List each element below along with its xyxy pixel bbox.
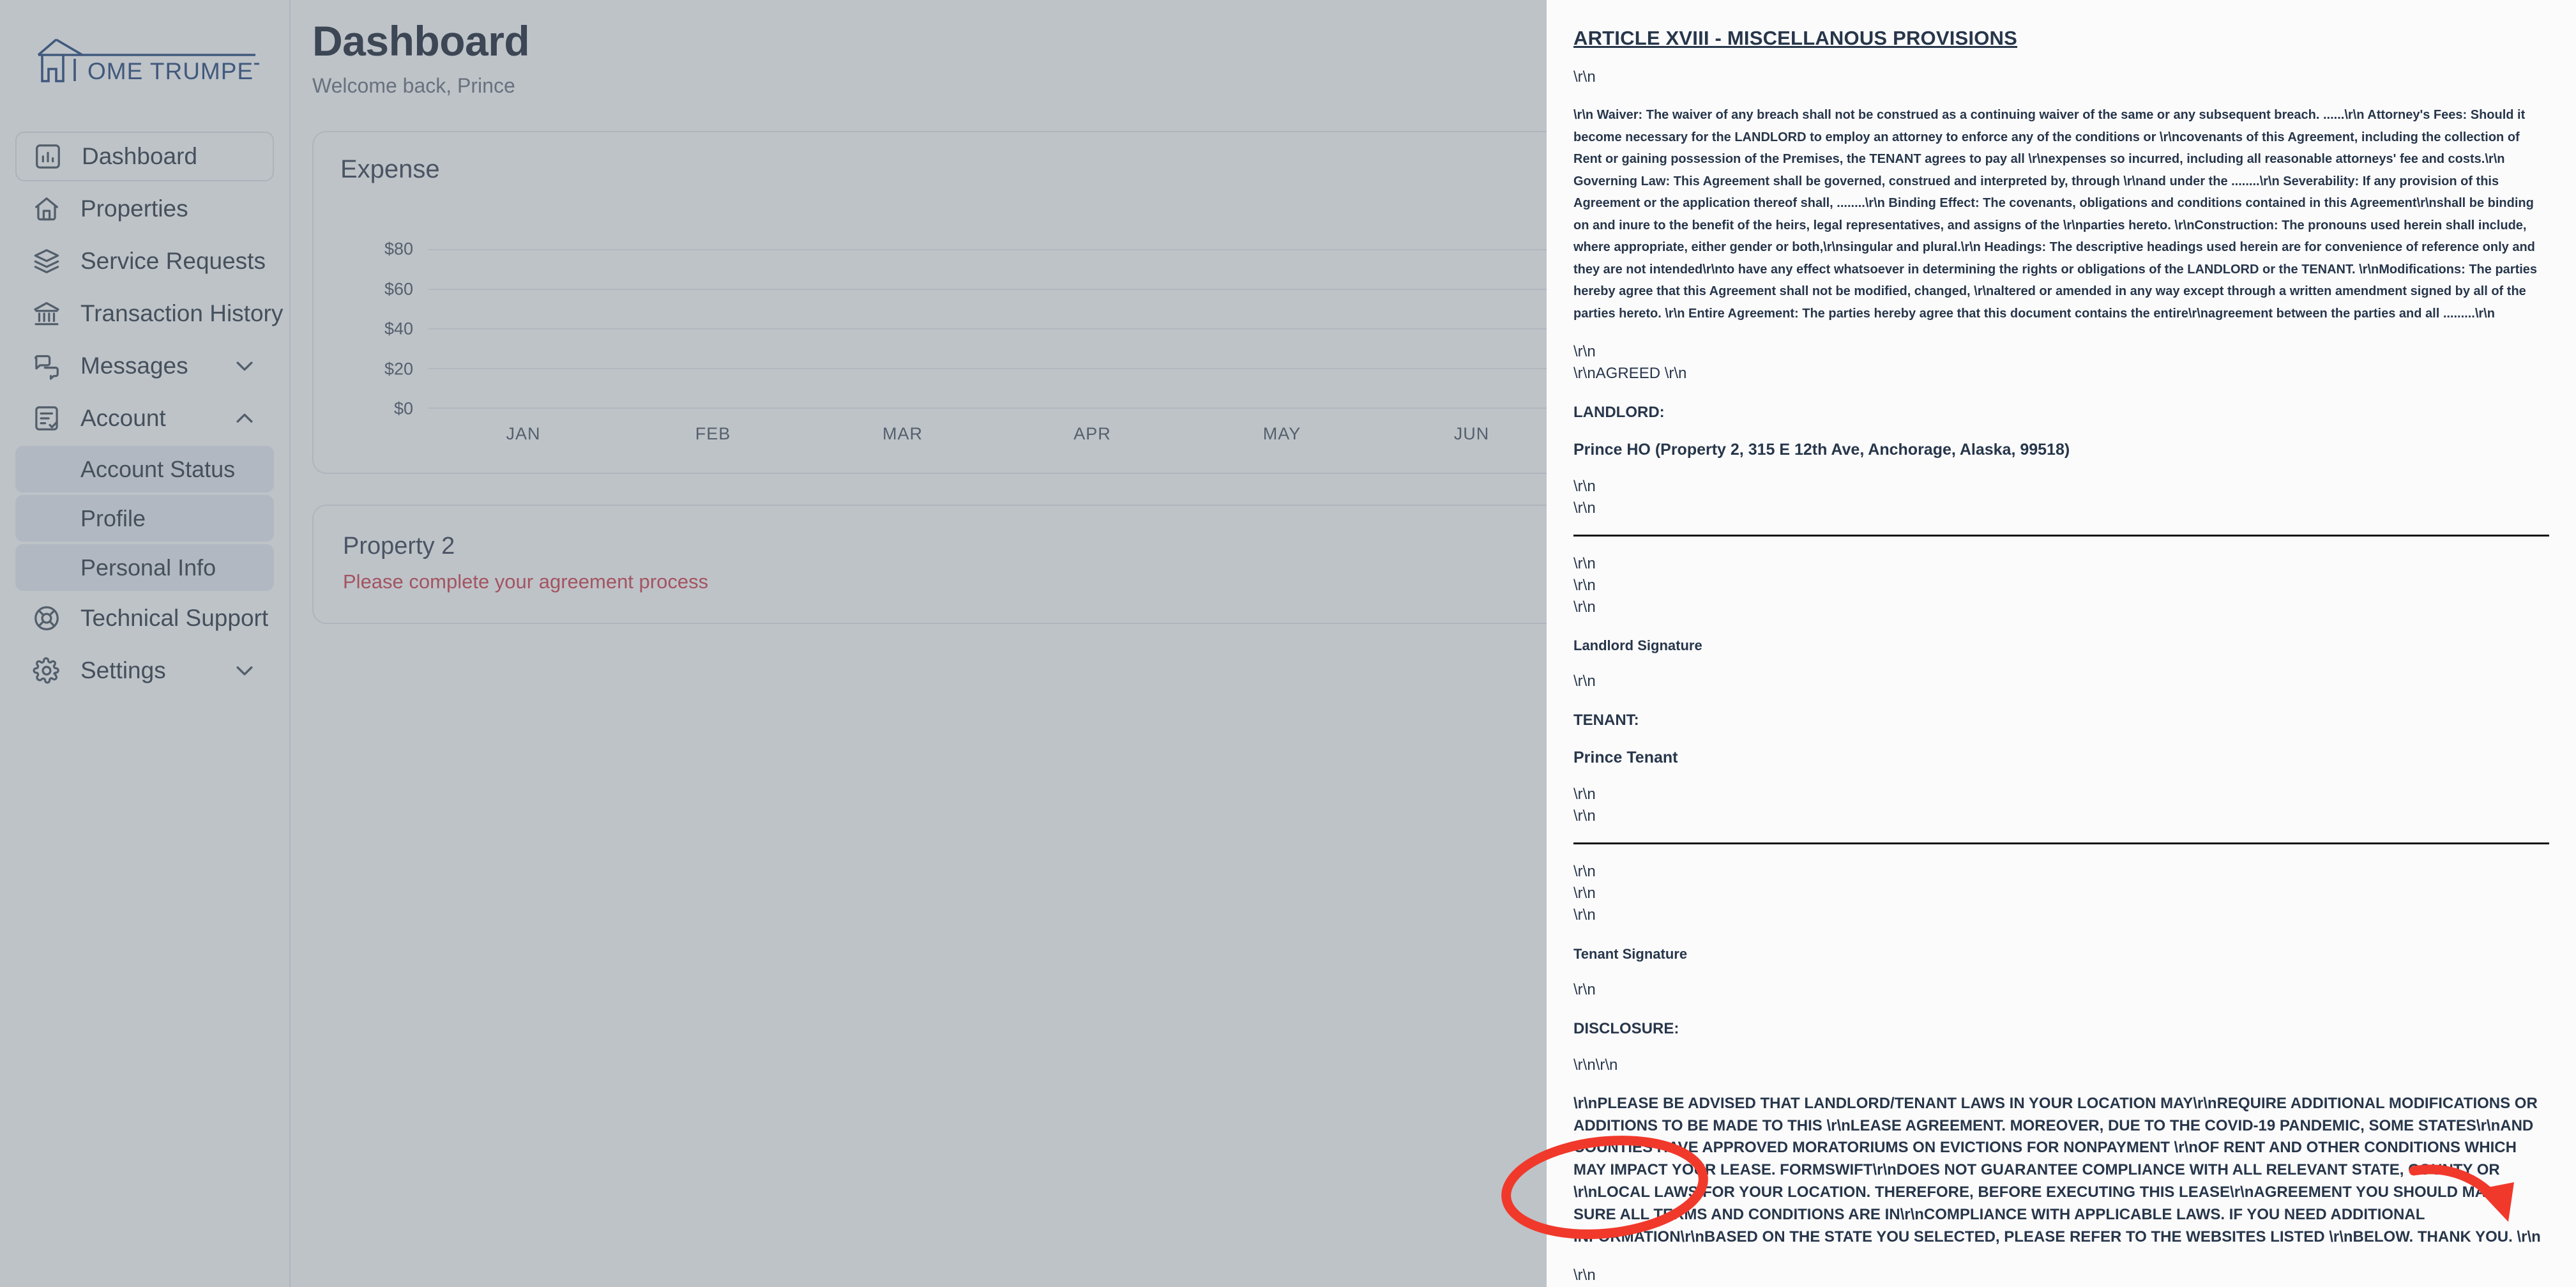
landlord-label: LANDLORD: bbox=[1573, 403, 1665, 421]
tenant-signature-line bbox=[1573, 842, 2549, 845]
newline-token: \r\n bbox=[1573, 980, 1596, 998]
newline-token: \r\n bbox=[1573, 885, 1596, 902]
newline-token: \r\n bbox=[1573, 786, 1596, 803]
landlord-name: Prince HO (Property 2, 315 E 12th Ave, A… bbox=[1573, 440, 2070, 459]
tenant-name: Prince Tenant bbox=[1573, 749, 1678, 767]
miscellaneous-provisions-paragraph: \r\n Waiver: The waiver of any breach sh… bbox=[1573, 103, 2549, 324]
newline-token: \r\n bbox=[1573, 342, 1596, 360]
disclosure-label: DISCLOSURE: bbox=[1573, 1019, 1679, 1037]
newline-token: \r\n bbox=[1573, 1267, 1596, 1284]
landlord-signature-line bbox=[1573, 534, 2549, 537]
newline-token: \r\n bbox=[1573, 807, 1596, 825]
newline-token: \r\n bbox=[1573, 863, 1596, 881]
paragraph-text: \r\n Waiver: The waiver of any breach sh… bbox=[1573, 108, 2538, 321]
newline-token: \r\n bbox=[1573, 598, 1596, 616]
tenant-signature-label: Tenant Signature bbox=[1573, 945, 1688, 962]
landlord-signature-label: Landlord Signature bbox=[1573, 637, 1702, 654]
newline-token: \r\n bbox=[1573, 499, 1596, 517]
newline-double-token: \r\n\r\n bbox=[1573, 1056, 1618, 1074]
newline-token: \r\n bbox=[1573, 68, 1596, 86]
newline-token: \r\n bbox=[1573, 906, 1596, 924]
disclosure-text: \r\nPLEASE BE ADVISED THAT LANDLORD/TENA… bbox=[1573, 1094, 2541, 1245]
article-title: ARTICLE XVIII - MISCELLANOUS PROVISIONS bbox=[1573, 27, 2018, 49]
newline-token: \r\n bbox=[1573, 673, 1596, 690]
newline-token: \r\n bbox=[1573, 554, 1596, 572]
newline-token: \r\n bbox=[1573, 477, 1596, 495]
lease-agreement-modal: ARTICLE XVIII - MISCELLANOUS PROVISIONS … bbox=[1547, 0, 2576, 1287]
tenant-label: TENANT: bbox=[1573, 712, 1639, 729]
newline-token: \r\n bbox=[1573, 576, 1596, 594]
agreed-line: \r\nAGREED \r\n bbox=[1573, 364, 1687, 382]
agreement-document: ARTICLE XVIII - MISCELLANOUS PROVISIONS … bbox=[1573, 0, 2549, 1287]
